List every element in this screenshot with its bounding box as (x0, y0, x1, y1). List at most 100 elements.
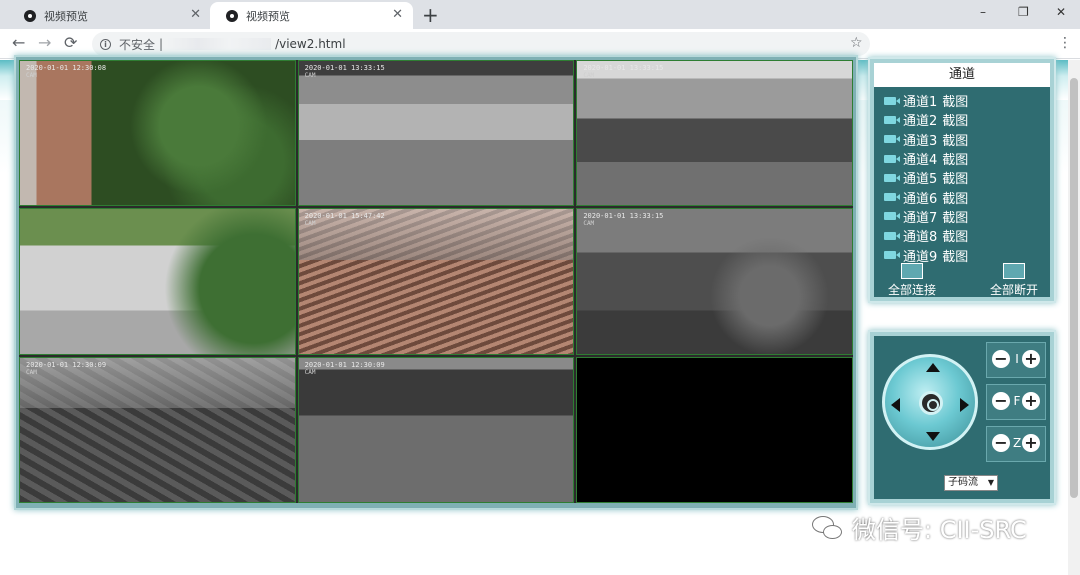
video-stamp: CAM (26, 72, 37, 79)
minimize-button[interactable]: – (980, 5, 986, 19)
channel-label[interactable]: 通道2 (903, 110, 937, 129)
channel-label[interactable]: 通道5 (903, 168, 937, 187)
close-window-button[interactable]: ✕ (1056, 5, 1066, 19)
channel-item-1[interactable]: 通道1 截图 (884, 91, 968, 110)
snapshot-button[interactable]: 截图 (942, 149, 968, 168)
new-tab-button[interactable]: + (422, 3, 439, 27)
video-cell-9[interactable] (576, 356, 853, 503)
video-timestamp: 2020-01-01 13:33:15 (583, 64, 664, 72)
ptz-direction-pad (882, 354, 978, 450)
auto-rotate-icon[interactable] (919, 391, 943, 415)
reload-icon[interactable]: ⟳ (64, 33, 77, 52)
focus-minus-button[interactable]: − (992, 392, 1010, 410)
video-timestamp: 2020-01-01 13:33:15 (583, 212, 664, 221)
video-cell-3[interactable]: 2020-01-01 13:33:15 CAM (576, 60, 853, 207)
address-separator: | (159, 37, 164, 51)
pan-left-icon[interactable] (891, 398, 900, 412)
channel-label[interactable]: 通道9 (903, 246, 937, 265)
network-connect-icon (901, 263, 923, 279)
iris-minus-button[interactable]: − (992, 350, 1010, 368)
zoom-plus-button[interactable]: + (1022, 434, 1040, 452)
channel-label[interactable]: 通道3 (903, 130, 937, 149)
channel-panel-inner: 通道 通道1 截图 通道2 截图 通道3 截图 通道4 截图 通道5 截图 通道… (874, 63, 1050, 297)
watermark-text: 微信号: CII-SRC (852, 516, 1027, 544)
camera-icon (884, 154, 900, 163)
forward-arrow-icon[interactable]: → (38, 33, 51, 52)
iris-plus-button[interactable]: + (1022, 350, 1040, 368)
video-stamp: CAM (304, 72, 316, 79)
zoom-minus-button[interactable]: − (992, 434, 1010, 452)
snapshot-button[interactable]: 截图 (942, 246, 968, 265)
channel-item-9[interactable]: 通道9 截图 (884, 245, 968, 265)
snapshot-button[interactable]: 截图 (942, 91, 968, 110)
video-stamp: CAM (26, 368, 37, 376)
back-arrow-icon[interactable]: ← (12, 33, 25, 52)
video-cell-1[interactable]: 2020-01-01 12:30:08 CAM (19, 60, 296, 207)
video-stamp: CAM (583, 220, 595, 228)
channel-item-7[interactable]: 通道7 截图 (884, 207, 968, 226)
connect-all-label: 全部连接 (888, 283, 937, 297)
channel-item-8[interactable]: 通道8 截图 (884, 226, 968, 245)
more-vertical-icon[interactable]: ⋮ (1058, 35, 1072, 51)
camera-icon (884, 115, 900, 124)
channel-item-6[interactable]: 通道6 截图 (884, 187, 968, 207)
video-cell-2[interactable]: 2020-01-01 13:33:15 CAM (297, 60, 575, 207)
snapshot-button[interactable]: 截图 (942, 226, 968, 245)
channel-label[interactable]: 通道4 (903, 149, 937, 168)
star-icon[interactable]: ☆ (850, 35, 863, 51)
video-stamp: CAM (583, 72, 595, 79)
browser-tab-2[interactable]: 视频预览 ✕ (210, 2, 413, 29)
video-timestamp: 2020-01-01 12:30:09 (26, 360, 107, 369)
channel-label[interactable]: 通道8 (903, 226, 937, 245)
pan-up-icon[interactable] (926, 363, 940, 372)
tab-close-icon[interactable]: ✕ (190, 7, 201, 22)
channel-label[interactable]: 通道6 (903, 188, 937, 207)
video-cell-8[interactable]: 2020-01-01 12:30:09 CAM (297, 356, 575, 503)
channel-item-2[interactable]: 通道2 截图 (884, 110, 968, 129)
network-disconnect-icon (1003, 263, 1025, 279)
channel-actions: 全部连接 全部断开 (874, 263, 1050, 297)
video-cell-5[interactable]: 2020-01-01 15:47:42 CAM (297, 208, 575, 355)
scrollbar-thumb[interactable] (1070, 78, 1078, 498)
channel-list: 通道1 截图 通道2 截图 通道3 截图 通道4 截图 通道5 截图 通道6 截… (884, 91, 968, 265)
video-cell-7[interactable]: 2020-01-01 12:30:09 CAM (19, 356, 296, 503)
channel-label[interactable]: 通道1 (903, 91, 937, 110)
channel-item-3[interactable]: 通道3 截图 (884, 130, 968, 149)
channel-label[interactable]: 通道7 (903, 207, 937, 226)
video-timestamp: 2020-01-01 12:30:09 (304, 360, 385, 369)
zoom-control: − Z + (986, 426, 1046, 462)
disconnect-all-button[interactable]: 全部断开 (990, 263, 1038, 298)
snapshot-button[interactable]: 截图 (942, 168, 968, 187)
channel-panel-title: 通道 (874, 63, 1050, 87)
camera-icon (884, 251, 900, 260)
video-timestamp: 2020-01-01 13:33:15 (304, 64, 385, 72)
snapshot-button[interactable]: 截图 (942, 188, 968, 207)
pan-down-icon[interactable] (926, 432, 940, 441)
tab-close-icon[interactable]: ✕ (392, 7, 403, 22)
focus-plus-button[interactable]: + (1022, 392, 1040, 410)
snapshot-button[interactable]: 截图 (942, 207, 968, 226)
tab-favicon-icon (24, 9, 36, 22)
camera-icon (884, 173, 900, 182)
chevron-down-icon: ▼ (987, 478, 994, 487)
snapshot-button[interactable]: 截图 (942, 110, 968, 129)
video-cell-4[interactable] (19, 208, 296, 355)
redacted-host (167, 38, 272, 50)
wechat-logo-icon (812, 515, 842, 540)
video-cell-6[interactable]: 2020-01-01 13:33:15 CAM (576, 208, 853, 355)
security-label: 不安全 (119, 37, 156, 52)
snapshot-button[interactable]: 截图 (942, 130, 968, 149)
camera-icon (884, 212, 900, 221)
maximize-button[interactable]: ❐ (1018, 5, 1029, 19)
tab-title: 视频预览 (246, 9, 290, 23)
info-icon[interactable]: i (100, 38, 111, 50)
pan-right-icon[interactable] (960, 398, 969, 412)
browser-tab-1[interactable]: 视频预览 ✕ (8, 2, 211, 29)
connect-all-button[interactable]: 全部连接 (888, 263, 936, 298)
stream-select[interactable]: 子码流 ▼ (944, 475, 998, 491)
channel-item-4[interactable]: 通道4 截图 (884, 149, 968, 168)
video-timestamp: 2020-01-01 15:47:42 (304, 212, 385, 221)
channel-item-5[interactable]: 通道5 截图 (884, 168, 968, 187)
address-bar[interactable]: i 不安全 | /view2.html (92, 32, 870, 56)
camera-icon (884, 135, 900, 144)
